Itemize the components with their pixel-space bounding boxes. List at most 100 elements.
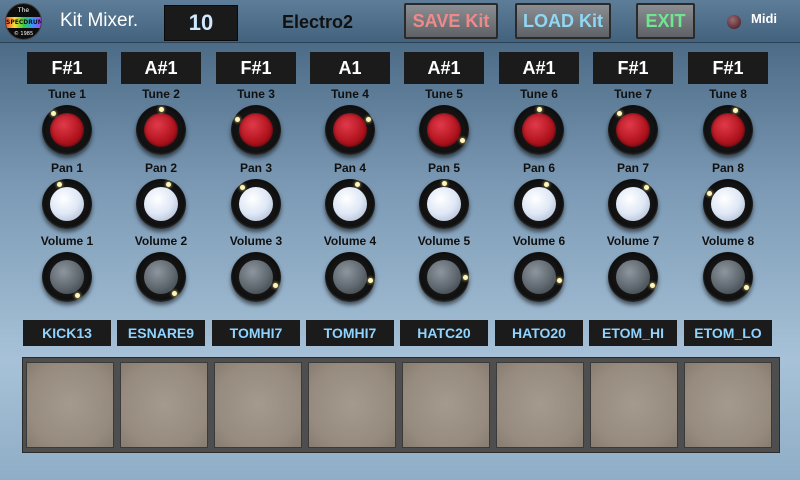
note-display-6[interactable]: A#1 (499, 52, 579, 84)
exit-button[interactable]: EXIT (636, 3, 695, 39)
pan-label-4: Pan 4 (333, 161, 366, 175)
note-display-3[interactable]: F#1 (216, 52, 296, 84)
tune-knob-cap (50, 113, 84, 147)
drum-pad-8[interactable] (684, 362, 772, 448)
logo-line-1: The (17, 7, 30, 14)
volume-knob-cap (616, 260, 650, 294)
pan-label-2: Pan 2 (144, 161, 177, 175)
midi-indicator-icon (727, 15, 741, 29)
channel-4: A1 Tune 4 Pan 4 Volume 4 TOMHI7 (306, 52, 394, 352)
tune-knob-5[interactable] (419, 105, 469, 155)
volume-knob-cap (711, 260, 745, 294)
note-display-7[interactable]: F#1 (593, 52, 673, 84)
tune-knob-cap (711, 113, 745, 147)
tune-knob-1[interactable] (42, 105, 92, 155)
pan-knob-cap (50, 187, 84, 221)
channel-3: F#1 Tune 3 Pan 3 Volume 3 TOMHI7 (212, 52, 300, 352)
pan-knob-8[interactable] (703, 179, 753, 229)
tune-knob-cap (522, 113, 556, 147)
tune-label-6: Tune 6 (520, 87, 558, 101)
sample-name-2[interactable]: ESNARE9 (117, 320, 205, 346)
tune-knob-3[interactable] (231, 105, 281, 155)
midi-label: Midi (751, 11, 777, 26)
kit-name: Electro2 (282, 12, 354, 32)
knob-indicator-dot (272, 283, 278, 289)
tune-knob-6[interactable] (514, 105, 564, 155)
sample-name-3[interactable]: TOMHI7 (212, 320, 300, 346)
knob-indicator-dot (165, 181, 171, 187)
pan-knob-6[interactable] (514, 179, 564, 229)
knob-indicator-dot (617, 111, 622, 117)
volume-knob-5[interactable] (419, 252, 469, 302)
sample-name-8[interactable]: ETOM_LO (684, 320, 772, 346)
pan-knob-3[interactable] (231, 179, 281, 229)
pan-label-5: Pan 5 (427, 161, 460, 175)
volume-knob-3[interactable] (231, 252, 281, 302)
knob-indicator-dot (441, 180, 447, 186)
volume-knob-1[interactable] (42, 252, 92, 302)
volume-knob-cap (427, 260, 461, 294)
volume-label-6: Volume 6 (512, 234, 566, 248)
tune-knob-cap (144, 113, 178, 147)
channel-5: A#1 Tune 5 Pan 5 Volume 5 HATC20 (400, 52, 488, 352)
knob-indicator-dot (235, 117, 241, 122)
knob-indicator-dot (462, 274, 468, 280)
pan-knob-cap (616, 187, 650, 221)
tune-knob-4[interactable] (325, 105, 375, 155)
sample-name-6[interactable]: HATO20 (495, 320, 583, 346)
tune-knob-2[interactable] (136, 105, 186, 155)
note-display-8[interactable]: F#1 (688, 52, 768, 84)
volume-knob-2[interactable] (136, 252, 186, 302)
tune-knob-cap (427, 113, 461, 147)
tune-label-1: Tune 1 (48, 87, 86, 101)
volume-knob-7[interactable] (608, 252, 658, 302)
pan-knob-2[interactable] (136, 179, 186, 229)
drum-pad-1[interactable] (26, 362, 114, 448)
sample-name-4[interactable]: TOMHI7 (306, 320, 394, 346)
knob-indicator-dot (240, 185, 245, 191)
tune-label-2: Tune 2 (142, 87, 180, 101)
knob-indicator-dot (57, 181, 63, 187)
pan-knob-1[interactable] (42, 179, 92, 229)
drum-pad-bank (22, 357, 780, 453)
drum-pad-6[interactable] (496, 362, 584, 448)
knob-indicator-dot (158, 106, 164, 112)
pan-label-3: Pan 3 (239, 161, 272, 175)
channel-2: A#1 Tune 2 Pan 2 Volume 2 ESNARE9 (117, 52, 205, 352)
tune-knob-7[interactable] (608, 105, 658, 155)
drum-pad-5[interactable] (402, 362, 490, 448)
channel-1: F#1 Tune 1 Pan 1 Volume 1 KICK13 (23, 52, 111, 352)
sample-name-1[interactable]: KICK13 (23, 320, 111, 346)
note-display-1[interactable]: F#1 (27, 52, 107, 84)
tune-knob-cap (616, 113, 650, 147)
volume-knob-cap (144, 260, 178, 294)
note-display-5[interactable]: A#1 (404, 52, 484, 84)
drum-pad-2[interactable] (120, 362, 208, 448)
app-title: Kit Mixer. (60, 10, 139, 31)
save-kit-button[interactable]: SAVE Kit (404, 3, 498, 39)
volume-knob-cap (522, 260, 556, 294)
volume-knob-6[interactable] (514, 252, 564, 302)
volume-label-4: Volume 4 (323, 234, 377, 248)
sample-name-7[interactable]: ETOM_HI (589, 320, 677, 346)
pan-knob-5[interactable] (419, 179, 469, 229)
volume-knob-4[interactable] (325, 252, 375, 302)
sample-name-5[interactable]: HATC20 (400, 320, 488, 346)
drum-pad-7[interactable] (590, 362, 678, 448)
volume-knob-cap (333, 260, 367, 294)
volume-label-1: Volume 1 (40, 234, 94, 248)
note-display-4[interactable]: A1 (310, 52, 390, 84)
tune-knob-8[interactable] (703, 105, 753, 155)
kit-number-display[interactable]: 10 (164, 5, 238, 41)
logo-line-2: SPECDRUM (6, 19, 42, 26)
drum-pad-3[interactable] (214, 362, 302, 448)
drum-pad-4[interactable] (308, 362, 396, 448)
pan-knob-7[interactable] (608, 179, 658, 229)
note-display-2[interactable]: A#1 (121, 52, 201, 84)
volume-knob-8[interactable] (703, 252, 753, 302)
load-kit-button[interactable]: LOAD Kit (515, 3, 611, 39)
knob-indicator-dot (171, 290, 177, 296)
pan-knob-cap (144, 187, 178, 221)
volume-label-8: Volume 8 (701, 234, 755, 248)
pan-knob-4[interactable] (325, 179, 375, 229)
